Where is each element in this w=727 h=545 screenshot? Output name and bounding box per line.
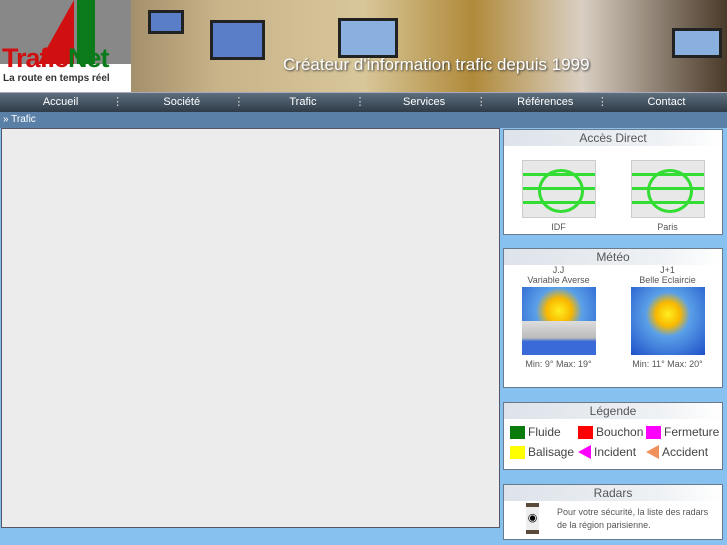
temperatures: Min: 11° Max: 20°	[632, 359, 703, 369]
nav-services[interactable]: Services	[364, 93, 487, 112]
banner-screen-image	[148, 10, 184, 34]
map-label[interactable]: Paris	[657, 222, 678, 232]
legend-label: Fermeture	[664, 425, 720, 439]
banner-screen-image	[210, 20, 265, 60]
nav-societe[interactable]: Société	[121, 93, 244, 112]
main-nav: Accueil Société Trafic Services Référenc…	[0, 92, 727, 112]
breadcrumb: » Trafic	[0, 112, 727, 128]
legend-label: Incident	[594, 445, 637, 459]
nav-references[interactable]: Références	[485, 93, 608, 112]
meteo-day: J+1 Belle Eclaircie Min: 11° Max: 20°	[613, 265, 722, 369]
nav-contact[interactable]: Contact	[606, 93, 727, 112]
logo-tagline: La route en temps réel	[3, 73, 110, 84]
legend-label: Bouchon	[596, 425, 644, 439]
magenta-swatch-icon	[646, 425, 661, 439]
meteo-box: Météo J.J Variable Averse Min: 9° Max: 19°…	[503, 248, 723, 388]
legend-label: Accident	[662, 445, 709, 459]
nav-accueil[interactable]: Accueil	[0, 93, 124, 112]
radars-box: Radars ◉ Pour votre sécurité, la liste d…	[503, 484, 723, 540]
breadcrumb-current[interactable]: Trafic	[11, 114, 36, 125]
acces-direct-box: Accès Direct IDF Paris	[503, 129, 723, 235]
banner-screen-image	[338, 18, 398, 58]
incident-triangle-icon	[578, 445, 591, 459]
footer-strip	[0, 528, 500, 545]
banner-screen-image	[672, 28, 722, 58]
logo-name: Trafic	[2, 43, 69, 73]
header-banner: TraficNet La route en temps réel Créateu…	[0, 0, 727, 92]
traffic-map-panel[interactable]	[1, 128, 500, 528]
meteo-day: J.J Variable Averse Min: 9° Max: 19°	[504, 265, 613, 369]
radars-link[interactable]: Pour votre sécurité, la liste des radars…	[557, 506, 718, 532]
day-label: J.J	[552, 265, 565, 275]
legend-fluide: Fluide	[510, 425, 578, 439]
logo-name-suffix: Net	[68, 43, 110, 73]
legend-label: Balisage	[528, 445, 575, 459]
day-label: J+1	[660, 265, 675, 275]
weather-desc: Belle Eclaircie	[639, 275, 696, 285]
legend-bouchon: Bouchon	[578, 425, 646, 439]
yellow-swatch-icon	[510, 445, 525, 459]
idf-map-thumbnail[interactable]	[521, 160, 596, 218]
box-title: Légende	[504, 403, 722, 419]
legend-incident: Incident	[578, 445, 646, 459]
radar-icon[interactable]: ◉	[526, 503, 540, 534]
weather-desc: Variable Averse	[527, 275, 590, 285]
sun-icon	[630, 287, 705, 355]
traficnet-logo[interactable]: TraficNet La route en temps réel	[0, 0, 131, 92]
double-chevron-icon: »	[3, 114, 9, 125]
legende-box: Légende Fluide Bouchon Fermeture Balisag…	[503, 402, 723, 470]
acces-idf[interactable]: IDF	[504, 146, 613, 232]
legend-fermeture: Fermeture	[646, 425, 724, 439]
temperatures: Min: 9° Max: 19°	[525, 359, 592, 369]
box-title: Météo	[504, 249, 722, 265]
legend-label: Fluide	[528, 425, 561, 439]
box-title: Accès Direct	[504, 130, 722, 146]
box-title: Radars	[504, 485, 722, 501]
map-label[interactable]: IDF	[551, 222, 566, 232]
cloud-sun-rain-icon	[521, 287, 596, 355]
accident-triangle-icon	[646, 445, 659, 459]
red-swatch-icon	[578, 425, 593, 439]
legend-balisage: Balisage	[510, 445, 578, 459]
nav-trafic[interactable]: Trafic	[242, 93, 365, 112]
slogan: Créateur d'information trafic depuis 199…	[283, 55, 590, 74]
paris-map-thumbnail[interactable]	[630, 160, 705, 218]
green-swatch-icon	[510, 425, 525, 439]
legend-accident: Accident	[646, 445, 724, 459]
acces-paris[interactable]: Paris	[613, 146, 722, 232]
